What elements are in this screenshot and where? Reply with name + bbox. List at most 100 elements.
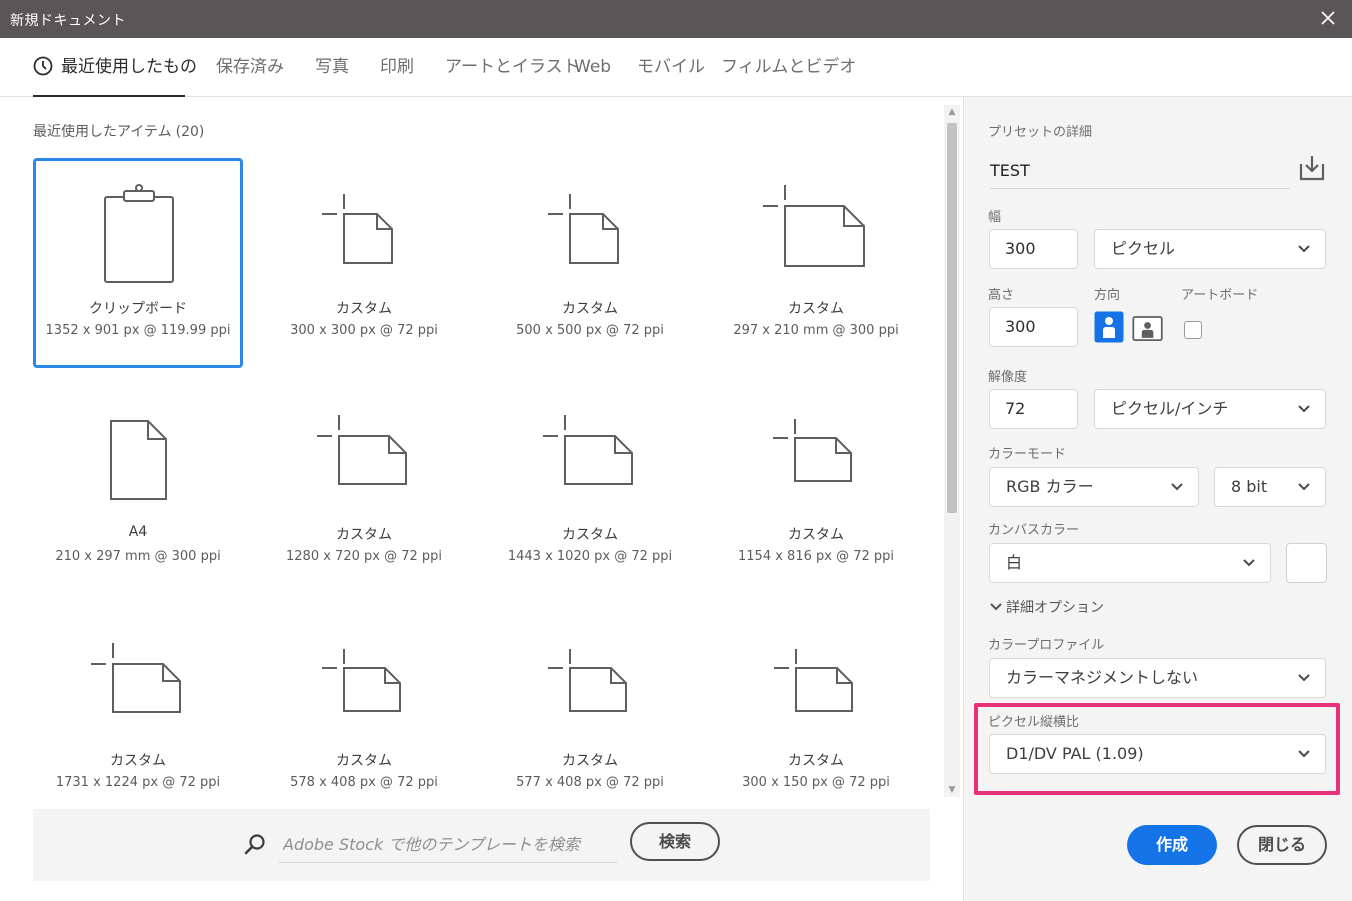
width-unit-value: ピクセル bbox=[1111, 239, 1176, 258]
preset-name: カスタム bbox=[788, 527, 844, 543]
tab-photo[interactable]: 写真 bbox=[315, 38, 349, 97]
preset-name: クリップボード bbox=[89, 301, 187, 317]
width-unit-select[interactable]: ピクセル bbox=[1094, 229, 1326, 269]
recent-items-title: 最近使用したアイテム bbox=[33, 124, 172, 140]
category-tabs: 最近使用したもの 保存済み 写真 印刷 アートとイラスト Web モバイル フィ… bbox=[0, 38, 1352, 97]
tab-label: 最近使用したもの bbox=[61, 57, 197, 77]
canvas-color-label: カンバスカラー bbox=[988, 523, 1080, 538]
grid-scrollbar[interactable]: ▲ ▼ bbox=[944, 105, 960, 797]
title-bar: 新規ドキュメント bbox=[0, 0, 1352, 38]
tab-web[interactable]: Web bbox=[574, 38, 611, 97]
preset-card[interactable]: カスタム 1280 x 720 px @ 72 ppi bbox=[259, 384, 469, 594]
recent-items-header: 最近使用したアイテム (20) bbox=[33, 121, 204, 141]
close-button[interactable]: 閉じる bbox=[1237, 825, 1327, 865]
preset-name: カスタム bbox=[336, 527, 392, 543]
scroll-down-icon[interactable]: ▼ bbox=[944, 783, 960, 797]
color-profile-label: カラープロファイル bbox=[988, 638, 1105, 653]
resolution-unit-select[interactable]: ピクセル/インチ bbox=[1094, 389, 1326, 429]
canvas-color-select[interactable]: 白 bbox=[989, 543, 1271, 583]
create-button[interactable]: 作成 bbox=[1127, 825, 1217, 865]
color-profile-value: カラーマネジメントしない bbox=[1006, 668, 1199, 687]
width-input[interactable]: 300 bbox=[989, 229, 1078, 269]
artboard-checkbox[interactable] bbox=[1184, 321, 1202, 339]
bit-depth-select[interactable]: 8 bit bbox=[1214, 467, 1326, 507]
width-label: 幅 bbox=[988, 210, 1002, 225]
preset-card-clipboard[interactable]: クリップボード 1352 x 901 px @ 119.99 ppi bbox=[33, 158, 243, 368]
tab-saved[interactable]: 保存済み bbox=[216, 38, 284, 97]
preset-card[interactable]: A4 210 x 297 mm @ 300 ppi bbox=[33, 384, 243, 594]
preset-card[interactable]: カスタム 300 x 150 px @ 72 ppi bbox=[711, 610, 921, 820]
preset-card[interactable]: カスタム 1154 x 816 px @ 72 ppi bbox=[711, 384, 921, 594]
canvas-color-value: 白 bbox=[1006, 553, 1023, 572]
close-icon[interactable] bbox=[1318, 8, 1338, 28]
resolution-unit-value: ピクセル/インチ bbox=[1111, 399, 1229, 418]
recent-panel: 最近使用したアイテム (20) クリップボード 1352 x 901 px @ 1… bbox=[0, 97, 963, 901]
preset-card[interactable]: カスタム 500 x 500 px @ 72 ppi bbox=[485, 158, 695, 368]
chevron-down-icon bbox=[1243, 559, 1255, 567]
tab-print[interactable]: 印刷 bbox=[380, 38, 414, 97]
scroll-up-icon[interactable]: ▲ bbox=[944, 105, 960, 119]
color-mode-label: カラーモード bbox=[988, 447, 1067, 462]
chevron-down-icon bbox=[1298, 674, 1310, 682]
preset-name: A4 bbox=[128, 524, 148, 540]
preset-card[interactable]: カスタム 300 x 300 px @ 72 ppi bbox=[259, 158, 469, 368]
scrollbar-thumb[interactable] bbox=[947, 123, 957, 513]
clock-icon bbox=[33, 56, 53, 75]
preset-size: 300 x 150 px @ 72 ppi bbox=[742, 775, 890, 790]
stock-search-button[interactable]: 検索 bbox=[630, 822, 720, 861]
preset-size: 210 x 297 mm @ 300 ppi bbox=[55, 549, 221, 564]
tab-mobile[interactable]: モバイル bbox=[637, 38, 705, 97]
landscape-orientation-icon[interactable] bbox=[1132, 313, 1164, 345]
color-mode-value: RGB カラー bbox=[1006, 477, 1094, 496]
chevron-down-icon bbox=[1171, 483, 1183, 491]
preset-size: 1280 x 720 px @ 72 ppi bbox=[286, 549, 442, 564]
preset-name: カスタム bbox=[336, 301, 392, 317]
preset-name: カスタム bbox=[788, 301, 844, 317]
bit-depth-value: 8 bit bbox=[1231, 477, 1268, 496]
stock-search-bar: 検索 bbox=[33, 809, 930, 881]
color-mode-select[interactable]: RGB カラー bbox=[989, 467, 1199, 507]
chevron-down-icon bbox=[1298, 405, 1310, 413]
artboard-label: アートボード bbox=[1181, 288, 1259, 303]
save-preset-icon[interactable] bbox=[1297, 154, 1327, 182]
preset-name: カスタム bbox=[788, 753, 844, 769]
pixel-aspect-select[interactable]: D1/DV PAL (1.09) bbox=[989, 734, 1326, 774]
preset-name-field[interactable]: TEST bbox=[990, 157, 1290, 189]
pixel-aspect-label: ピクセル縦横比 bbox=[988, 715, 1080, 730]
height-input[interactable]: 300 bbox=[989, 307, 1078, 347]
tab-art-illustration[interactable]: アートとイラスト bbox=[445, 38, 580, 97]
color-profile-select[interactable]: カラーマネジメントしない bbox=[989, 658, 1326, 698]
preset-card[interactable]: カスタム 297 x 210 mm @ 300 ppi bbox=[711, 158, 921, 368]
preset-size: 1731 x 1224 px @ 72 ppi bbox=[55, 775, 221, 790]
tab-film-video[interactable]: フィルムとビデオ bbox=[721, 38, 856, 97]
height-label: 高さ bbox=[988, 288, 1015, 303]
chevron-down-icon bbox=[1298, 750, 1310, 758]
portrait-orientation-icon[interactable] bbox=[1094, 311, 1126, 343]
stock-search-input[interactable] bbox=[279, 827, 617, 863]
preset-size: 500 x 500 px @ 72 ppi bbox=[516, 323, 664, 338]
preset-card[interactable]: カスタム 578 x 408 px @ 72 ppi bbox=[259, 610, 469, 820]
recent-items-count: (20) bbox=[175, 124, 205, 140]
preset-size: 578 x 408 px @ 72 ppi bbox=[290, 775, 438, 790]
preset-card[interactable]: カスタム 1443 x 1020 px @ 72 ppi bbox=[485, 384, 695, 594]
canvas-color-swatch[interactable] bbox=[1286, 543, 1327, 583]
preset-card[interactable]: カスタム 1731 x 1224 px @ 72 ppi bbox=[33, 610, 243, 820]
chevron-down-icon bbox=[1298, 483, 1310, 491]
resolution-input[interactable]: 72 bbox=[989, 389, 1078, 429]
preset-details-panel: プリセットの詳細 TEST 幅 300 ピクセル 高さ 方向 アートボード 30… bbox=[963, 97, 1352, 901]
search-icon bbox=[244, 834, 265, 855]
preset-details-label: プリセットの詳細 bbox=[988, 125, 1093, 140]
preset-name: カスタム bbox=[562, 753, 618, 769]
preset-name: カスタム bbox=[336, 753, 392, 769]
advanced-options-toggle[interactable]: 詳細オプション bbox=[990, 597, 1104, 617]
chevron-down-icon bbox=[1298, 245, 1310, 253]
preset-size: 297 x 210 mm @ 300 ppi bbox=[733, 323, 899, 338]
preset-size: 1154 x 816 px @ 72 ppi bbox=[738, 549, 894, 564]
preset-size: 577 x 408 px @ 72 ppi bbox=[516, 775, 664, 790]
window-title: 新規ドキュメント bbox=[10, 13, 126, 29]
preset-card[interactable]: カスタム 577 x 408 px @ 72 ppi bbox=[485, 610, 695, 820]
preset-name: カスタム bbox=[110, 753, 166, 769]
tab-recent[interactable]: 最近使用したもの bbox=[33, 38, 197, 97]
preset-size: 300 x 300 px @ 72 ppi bbox=[290, 323, 438, 338]
resolution-label: 解像度 bbox=[988, 370, 1028, 385]
